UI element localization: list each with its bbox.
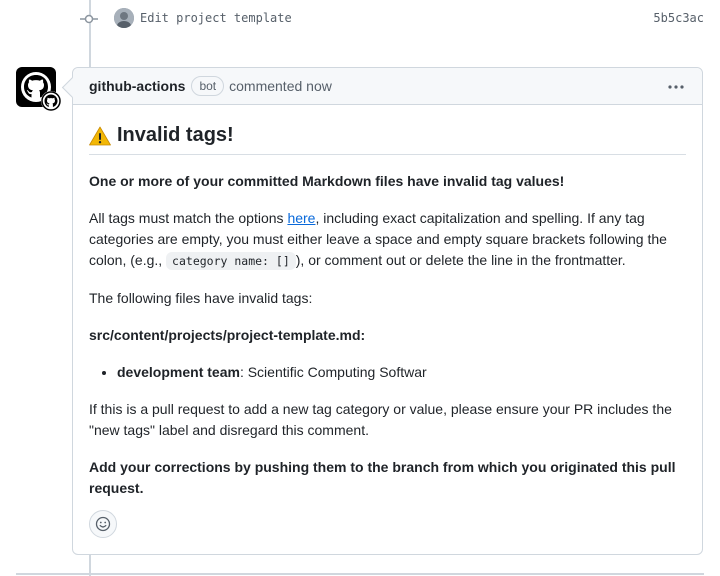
files-intro-paragraph: The following files have invalid tags: xyxy=(89,290,313,306)
bot-badge: bot xyxy=(191,76,225,96)
closing-paragraph: Add your corrections by pushing them to … xyxy=(89,457,686,499)
options-paragraph: All tags must match the options here, in… xyxy=(89,208,686,272)
tag-key: development team xyxy=(117,364,240,380)
intro-bold-text: One or more of your committed Markdown f… xyxy=(89,173,565,189)
comment-author[interactable]: github-actions xyxy=(89,78,185,94)
file-path: src/content/projects/project-template.md… xyxy=(89,327,366,343)
invalid-tags-list: development team: Scientific Computing S… xyxy=(89,362,686,383)
kebab-horizontal-icon[interactable] xyxy=(666,77,686,97)
list-item: development team: Scientific Computing S… xyxy=(117,362,686,383)
comment-header: github-actions bot commented now xyxy=(73,68,702,105)
example-code: category name: [] xyxy=(166,252,296,270)
closing-bold-text: Add your corrections by pushing them to … xyxy=(89,459,676,496)
github-mark-icon xyxy=(41,91,61,111)
file-path-paragraph: src/content/projects/project-template.md… xyxy=(89,325,686,346)
smiley-icon xyxy=(95,516,111,532)
timeline-divider xyxy=(16,573,704,575)
comment-box: github-actions bot commented now Invalid… xyxy=(72,67,703,555)
comment-body: Invalid tags! One or more of your commit… xyxy=(73,105,702,499)
warning-icon xyxy=(89,126,111,145)
user-avatar-icon xyxy=(114,8,134,28)
add-reaction-button[interactable] xyxy=(89,510,117,538)
p1-after-text: ), or comment out or delete the line in … xyxy=(295,252,626,268)
comment-heading: Invalid tags! xyxy=(89,125,686,155)
app-badge xyxy=(41,91,61,111)
comment-timestamp[interactable]: commented now xyxy=(229,78,332,94)
commit-author-avatar[interactable] xyxy=(114,8,134,28)
commit-message[interactable]: Edit project template xyxy=(140,11,292,25)
intro-paragraph: One or more of your committed Markdown f… xyxy=(89,171,686,192)
bot-avatar[interactable] xyxy=(16,67,61,111)
here-link[interactable]: here xyxy=(287,210,315,226)
p1-before-text: All tags must match the options xyxy=(89,210,288,226)
tag-value: : Scientific Computing Softwar xyxy=(239,364,427,380)
commit-sha[interactable]: 5b5c3ac xyxy=(653,11,704,25)
heading-text: Invalid tags! xyxy=(117,124,234,146)
commit-row: Edit project template 5b5c3ac xyxy=(0,0,720,38)
pr-note-paragraph: If this is a pull request to add a new t… xyxy=(89,401,672,438)
git-commit-icon xyxy=(80,14,98,24)
